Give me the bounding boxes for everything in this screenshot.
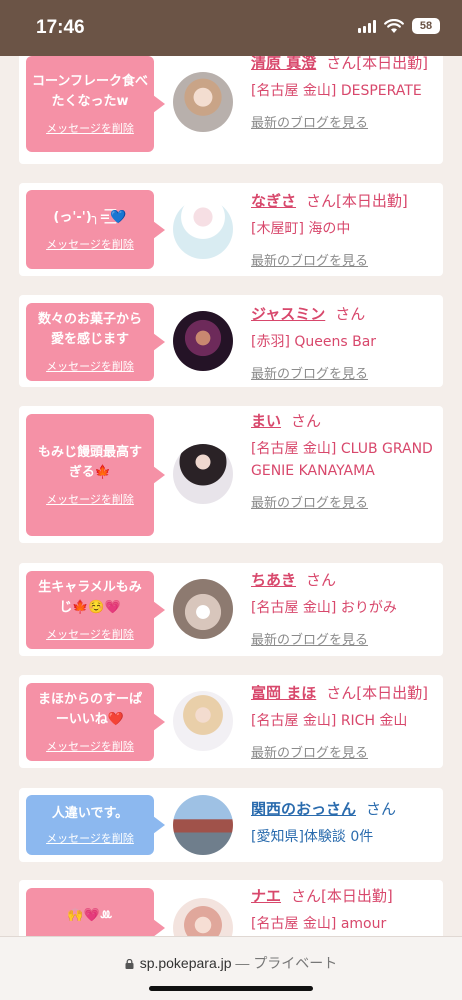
cast-info: 清原 真澄 さん[本日出勤] [名古屋 金山] DESPERATE 最新のブログを… xyxy=(251,56,439,131)
cast-info: 富岡 まほ さん[本日出勤] [名古屋 金山] RICH 金山 最新のブログを見る xyxy=(251,682,439,761)
delete-message-link[interactable]: メッセージを削除 xyxy=(46,830,134,846)
home-indicator[interactable] xyxy=(149,986,313,991)
attendance-status: [本日出勤] xyxy=(321,887,393,905)
delete-message-link[interactable]: メッセージを削除 xyxy=(46,491,134,507)
cast-info: 関西のおっさん さん [愛知県]体験談 0件 xyxy=(251,798,439,848)
status-bar: 17:46 58 xyxy=(0,0,462,56)
message-card: コーンフレーク食べたくなったw メッセージを削除 清原 真澄 さん[本日出勤] [… xyxy=(19,56,443,164)
message-bubble: 🙌💗ꔛ メッセージを削除 xyxy=(26,888,165,936)
message-card: 🙌💗ꔛ メッセージを削除 ナエさん[本日出勤] [名古屋 金山] amour xyxy=(19,880,443,936)
honorific: さん xyxy=(335,305,366,323)
shop-label: [名古屋 金山] CLUB GRAND GENIE KANAYAMA xyxy=(251,441,433,479)
attendance-status: [本日出勤] xyxy=(356,56,428,72)
message-bubble: まほからのすーぱーいいね❤️ メッセージを削除 xyxy=(26,683,165,761)
cast-info: なぎさ さん[本日出勤] [木屋町] 海の中 最新のブログを見る xyxy=(251,190,439,269)
wifi-icon xyxy=(384,18,404,33)
message-card: 数々のお菓子から愛を感じます メッセージを削除 ジャスミン さん [赤羽] Que… xyxy=(19,295,443,387)
cast-info: まい さん [名古屋 金山] CLUB GRAND GENIE KANAYAMA … xyxy=(251,410,439,511)
cast-info: ナエ さん[本日出勤] [名古屋 金山] amour xyxy=(251,885,439,935)
shop-label: [名古屋 金山] おりがみ xyxy=(251,600,397,616)
message-bubble: コーンフレーク食べたくなったw メッセージを削除 xyxy=(26,56,165,152)
message-bubble: 数々のお菓子から愛を感じます メッセージを削除 xyxy=(26,303,165,381)
message-card: 人違いです。 メッセージを削除 関西のおっさん さん [愛知県]体験談 0件 xyxy=(19,788,443,862)
message-text: もみじ饅頭最高すぎる🍁 xyxy=(37,445,142,480)
message-text: 🙌💗ꔛ xyxy=(67,908,113,923)
shop-label: [愛知県]体験談 0件 xyxy=(251,829,374,845)
url-separator: — xyxy=(231,955,254,971)
cast-name-link[interactable]: なぎさ xyxy=(251,192,296,210)
url-display[interactable]: sp.pokepara.jp — プライベート xyxy=(0,953,462,973)
message-bubble: もみじ饅頭最高すぎる🍁 メッセージを削除 xyxy=(26,414,165,536)
blog-link[interactable]: 最新のブログを見る xyxy=(251,492,368,511)
message-card: 生キャラメルもみじ🍁☺️💗 メッセージを削除 ちあき さん [名古屋 金山] おり… xyxy=(19,563,443,656)
attendance-status: [本日出勤] xyxy=(356,684,428,702)
shop-label: [名古屋 金山] amour xyxy=(251,916,387,932)
battery-icon: 58 xyxy=(412,18,440,34)
message-bubble: (っ'-')╮=͟͟͞͞💙 メッセージを削除 xyxy=(26,190,165,269)
message-text: まほからのすーぱーいいね❤️ xyxy=(37,692,142,727)
honorific: さん xyxy=(291,412,322,430)
honorific: さん xyxy=(291,887,322,905)
blog-link[interactable]: 最新のブログを見る xyxy=(251,250,368,269)
url-domain: sp.pokepara.jp xyxy=(139,955,232,971)
shop-label: [赤羽] Queens Bar xyxy=(251,334,377,350)
status-time: 17:46 xyxy=(36,17,85,38)
message-text: 人違いです。 xyxy=(51,806,129,821)
cast-name-link[interactable]: ジャスミン xyxy=(251,305,325,323)
avatar[interactable] xyxy=(173,691,233,751)
cast-name-link[interactable]: 清原 真澄 xyxy=(251,56,316,72)
shop-label: [名古屋 金山] RICH 金山 xyxy=(251,713,408,729)
avatar[interactable] xyxy=(173,579,233,639)
message-card: (っ'-')╮=͟͟͞͞💙 メッセージを削除 なぎさ さん[本日出勤] [木屋町]… xyxy=(19,183,443,276)
delete-message-link[interactable]: メッセージを削除 xyxy=(46,738,134,754)
cast-info: ちあき さん [名古屋 金山] おりがみ 最新のブログを見る xyxy=(251,569,439,648)
honorific: さん xyxy=(366,800,397,818)
message-list: コーンフレーク食べたくなったw メッセージを削除 清原 真澄 さん[本日出勤] [… xyxy=(0,56,462,936)
message-bubble: 人違いです。 メッセージを削除 xyxy=(26,795,165,855)
avatar[interactable] xyxy=(173,444,233,504)
shop-label: [木屋町] 海の中 xyxy=(251,221,351,237)
attendance-status: [本日出勤] xyxy=(336,192,408,210)
honorific: さん xyxy=(326,684,357,702)
cast-name-link[interactable]: まい xyxy=(251,412,281,430)
delete-message-link[interactable]: メッセージを削除 xyxy=(46,236,134,252)
message-text: 生キャラメルもみじ🍁☺️💗 xyxy=(38,580,142,615)
avatar[interactable] xyxy=(173,898,233,936)
cast-info: ジャスミン さん [赤羽] Queens Bar 最新のブログを見る xyxy=(251,303,439,382)
status-icons: 58 xyxy=(358,18,440,34)
cast-name-link[interactable]: ナエ xyxy=(251,887,281,905)
blog-link[interactable]: 最新のブログを見る xyxy=(251,363,368,382)
honorific: さん xyxy=(326,56,357,72)
honorific: さん xyxy=(306,571,337,589)
cast-name-link[interactable]: 関西のおっさん xyxy=(251,800,356,818)
honorific: さん xyxy=(306,192,337,210)
blog-link[interactable]: 最新のブログを見る xyxy=(251,112,368,131)
delete-message-link[interactable]: メッセージを削除 xyxy=(46,626,134,642)
message-card: もみじ饅頭最高すぎる🍁 メッセージを削除 まい さん [名古屋 金山] CLUB … xyxy=(19,406,443,543)
cast-name-link[interactable]: ちあき xyxy=(251,571,296,589)
delete-message-link[interactable]: メッセージを削除 xyxy=(46,358,134,374)
avatar[interactable] xyxy=(173,795,233,855)
message-text: (っ'-')╮=͟͟͞͞💙 xyxy=(53,209,127,225)
signal-icon xyxy=(358,19,376,33)
avatar[interactable] xyxy=(173,199,233,259)
avatar[interactable] xyxy=(173,311,233,371)
private-mode-label: プライベート xyxy=(253,955,338,971)
cast-name-link[interactable]: 富岡 まほ xyxy=(251,684,316,702)
lock-icon xyxy=(125,959,134,969)
message-card: まほからのすーぱーいいね❤️ メッセージを削除 富岡 まほ さん[本日出勤] [名… xyxy=(19,675,443,768)
avatar[interactable] xyxy=(173,72,233,132)
blog-link[interactable]: 最新のブログを見る xyxy=(251,742,368,761)
message-bubble: 生キャラメルもみじ🍁☺️💗 メッセージを削除 xyxy=(26,571,165,649)
delete-message-link[interactable]: メッセージを削除 xyxy=(46,120,134,136)
shop-label: [名古屋 金山] DESPERATE xyxy=(251,83,422,99)
message-text: 数々のお菓子から愛を感じます xyxy=(37,312,142,347)
message-text: コーンフレーク食べたくなったw xyxy=(32,74,148,109)
blog-link[interactable]: 最新のブログを見る xyxy=(251,629,368,648)
